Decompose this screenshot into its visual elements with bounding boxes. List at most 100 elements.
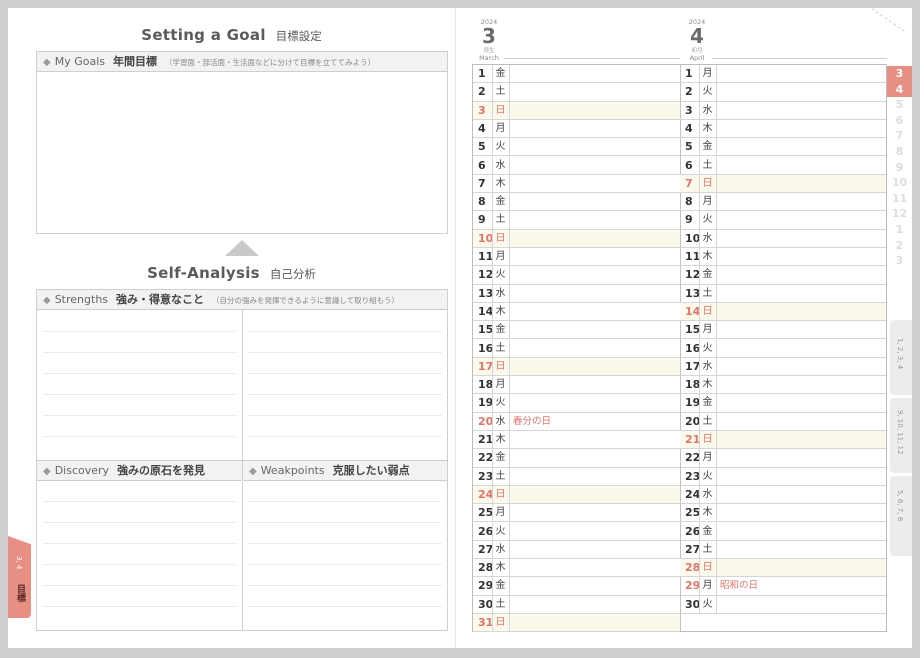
month-tab[interactable]: 3 <box>887 253 912 269</box>
day-event[interactable] <box>716 468 876 485</box>
calendar-day-row[interactable]: 4木 <box>680 119 886 139</box>
day-event[interactable] <box>509 211 669 228</box>
day-event[interactable] <box>509 175 669 192</box>
calendar-day-row[interactable]: 19 火 <box>473 394 680 413</box>
day-event[interactable] <box>716 175 876 192</box>
calendar-day-row[interactable]: 26 金 <box>680 522 886 541</box>
calendar-day-row[interactable]: 24 日 <box>473 485 680 505</box>
calendar-day-row[interactable]: 23 土 <box>473 467 680 486</box>
day-event[interactable] <box>509 486 669 503</box>
calendar-day-row[interactable]: 26 火 <box>473 522 680 541</box>
day-event[interactable] <box>509 303 669 320</box>
calendar-day-row[interactable]: 24 水 <box>680 485 886 505</box>
day-event[interactable] <box>716 559 876 576</box>
calendar-day-row[interactable]: 29 月昭和の日 <box>680 577 886 596</box>
month-tab[interactable]: 10 <box>887 175 912 191</box>
day-event[interactable] <box>716 321 876 338</box>
month-tab[interactable]: 1 <box>887 222 912 238</box>
calendar-day-row[interactable]: 13 水 <box>473 284 680 303</box>
day-event[interactable] <box>509 120 669 137</box>
day-event[interactable] <box>716 340 876 357</box>
calendar-day-row[interactable]: 10 日 <box>473 229 680 248</box>
day-event[interactable] <box>716 596 876 613</box>
day-event[interactable] <box>716 157 876 174</box>
calendar-day-row[interactable]: 5金 <box>680 138 886 157</box>
day-event[interactable] <box>716 211 876 228</box>
calendar-day-row[interactable]: 23 火 <box>680 467 886 486</box>
calendar-day-row[interactable]: 20 水春分の日 <box>473 412 680 431</box>
day-event[interactable] <box>716 120 876 137</box>
calendar-day-row[interactable]: 28 日 <box>680 559 886 578</box>
day-event[interactable] <box>716 541 876 558</box>
calendar-day-row[interactable]: 22 金 <box>473 449 680 468</box>
day-event[interactable] <box>509 523 669 540</box>
calendar-day-row[interactable]: 12 火 <box>473 266 680 285</box>
calendar-day-row[interactable]: 21 木 <box>473 431 680 450</box>
calendar-day-row[interactable]: 8金 <box>473 193 680 212</box>
calendar-day-row[interactable]: 15 金 <box>473 321 680 340</box>
day-event[interactable] <box>509 449 669 466</box>
weakpoints-area[interactable] <box>242 481 447 631</box>
calendar-day-row[interactable]: 13 土 <box>680 284 886 303</box>
day-event[interactable] <box>509 266 669 283</box>
day-event[interactable] <box>716 523 876 540</box>
day-event[interactable] <box>509 138 669 155</box>
day-event[interactable] <box>509 230 669 247</box>
day-event[interactable] <box>716 394 876 411</box>
calendar-day-row[interactable]: 2土 <box>473 83 680 102</box>
day-event[interactable] <box>509 614 669 631</box>
day-event[interactable] <box>509 431 669 448</box>
calendar-day-row[interactable]: 7日 <box>680 174 886 194</box>
month-tab[interactable]: 12 <box>887 206 912 222</box>
discovery-area[interactable] <box>37 481 242 631</box>
calendar-day-row[interactable]: 21 日 <box>680 431 886 450</box>
calendar-day-row[interactable]: 29 金 <box>473 577 680 596</box>
month-tab[interactable]: 2 <box>887 238 912 254</box>
day-event[interactable] <box>509 340 669 357</box>
day-event[interactable] <box>509 193 669 210</box>
calendar-day-row[interactable]: 15 月 <box>680 321 886 340</box>
calendar-day-row[interactable]: 3日 <box>473 101 680 120</box>
day-event[interactable] <box>716 376 876 393</box>
calendar-day-row[interactable]: 16 火 <box>680 339 886 358</box>
month-tab[interactable]: 3 <box>887 66 912 82</box>
month-tab[interactable]: 7 <box>887 128 912 144</box>
calendar-day-row[interactable]: 27 水 <box>473 540 680 560</box>
day-event[interactable] <box>716 230 876 247</box>
day-event[interactable] <box>509 285 669 302</box>
day-event[interactable] <box>716 486 876 503</box>
calendar-day-row[interactable]: 20 土 <box>680 412 886 431</box>
calendar-day-row[interactable]: 12 金 <box>680 266 886 285</box>
calendar-day-row[interactable]: 31 日 <box>473 614 680 633</box>
day-event[interactable] <box>509 468 669 485</box>
month-tab[interactable]: 5 <box>887 97 912 113</box>
day-event[interactable] <box>509 102 669 119</box>
day-event[interactable] <box>716 285 876 302</box>
day-event[interactable] <box>716 193 876 210</box>
calendar-day-row[interactable]: 4月 <box>473 119 680 139</box>
calendar-day-row[interactable]: 17 水 <box>680 357 886 377</box>
calendar-day-row[interactable]: 22 月 <box>680 449 886 468</box>
day-event[interactable] <box>716 248 876 265</box>
calendar-day-row[interactable]: 14 木 <box>473 302 680 322</box>
calendar-day-row[interactable]: 14 日 <box>680 302 886 322</box>
day-event[interactable] <box>716 413 876 430</box>
strengths-area[interactable] <box>37 310 447 460</box>
calendar-day-row[interactable]: 10 水 <box>680 229 886 248</box>
calendar-day-row[interactable]: 19 金 <box>680 394 886 413</box>
calendar-day-row[interactable]: 1月 <box>680 65 886 84</box>
calendar-day-row[interactable]: 25 月 <box>473 504 680 523</box>
calendar-day-row[interactable]: 27 土 <box>680 540 886 560</box>
day-event[interactable] <box>509 248 669 265</box>
day-event[interactable] <box>509 376 669 393</box>
day-event[interactable] <box>509 65 669 82</box>
day-event[interactable] <box>716 504 876 521</box>
side-tab-group-2[interactable]: 9, 10, 11, 12 <box>890 398 912 473</box>
day-event[interactable] <box>509 596 669 613</box>
calendar-day-row[interactable]: 30 火 <box>680 595 886 614</box>
side-tab-group-3[interactable]: 5, 6, 7, 8 <box>890 476 912 556</box>
calendar-day-row[interactable]: 16 土 <box>473 339 680 358</box>
day-event[interactable] <box>716 138 876 155</box>
month-tab[interactable]: 9 <box>887 160 912 176</box>
day-event[interactable] <box>716 431 876 448</box>
